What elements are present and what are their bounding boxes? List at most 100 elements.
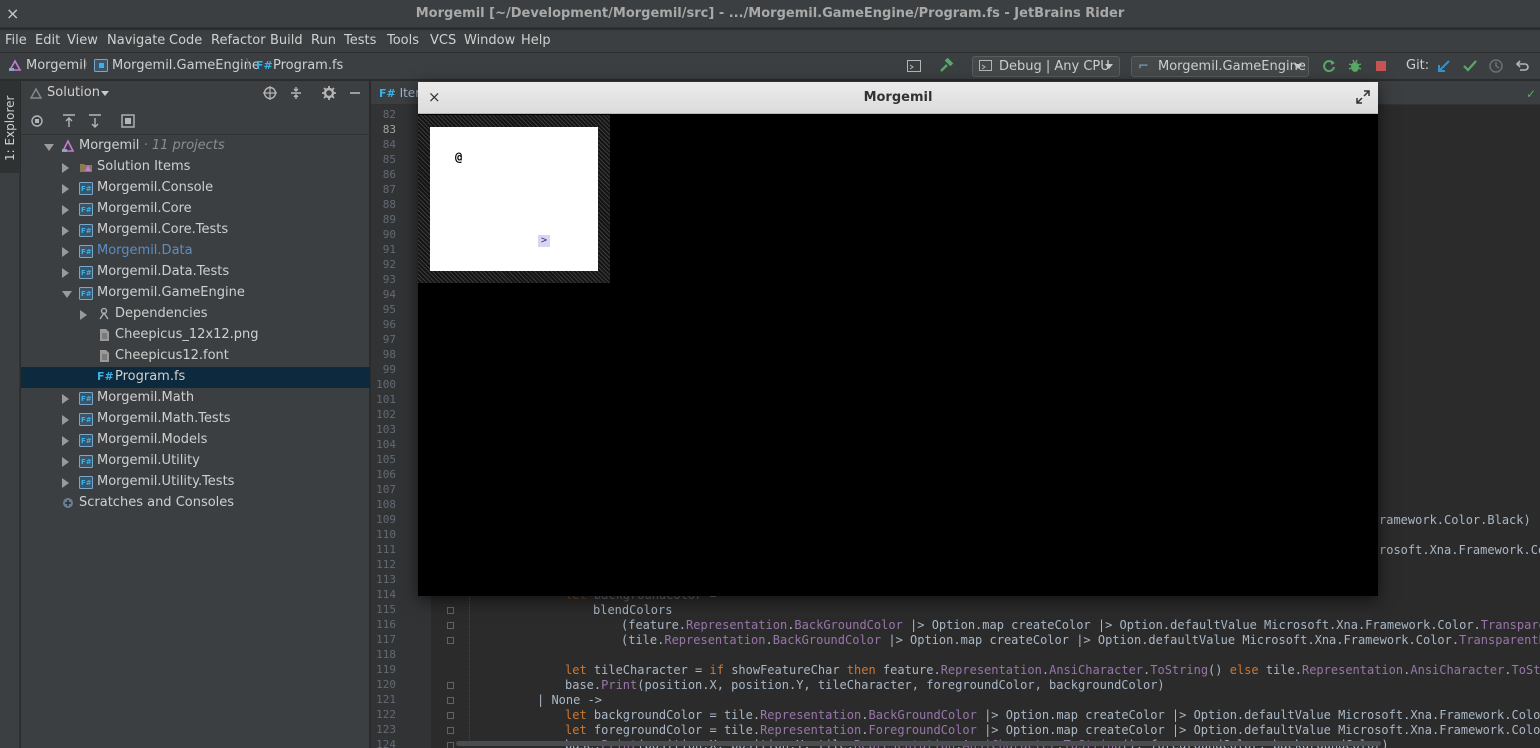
minimize-icon[interactable] [347,85,363,101]
preview-icon[interactable] [120,113,136,129]
tree-item[interactable]: F# Morgemil.Core.Tests [21,220,370,241]
fsharp-project-icon: F# [79,433,93,451]
line-number: 113 [376,573,396,586]
configuration-value: Debug | Any CPU [999,59,1110,74]
show-files-icon[interactable] [29,113,45,129]
git-commit-icon[interactable] [1462,58,1478,74]
expand-all-icon[interactable] [87,113,103,129]
menu-edit[interactable]: Edit [35,33,60,48]
menu-navigate[interactable]: Navigate [107,33,165,48]
rerun-icon[interactable] [1321,58,1337,74]
tree-item[interactable]: F# Morgemil.Utility.Tests [21,472,370,493]
menu-file[interactable]: File [5,33,27,48]
configuration-combo[interactable]: Debug | Any CPU [972,56,1120,77]
collapsed-arrow-icon[interactable] [62,394,69,404]
fold-marker-icon[interactable] [447,727,454,734]
line-number: 106 [376,468,396,481]
fold-marker-icon[interactable] [447,607,454,614]
fold-marker-icon[interactable] [447,682,454,689]
bug-icon[interactable] [1347,58,1363,74]
tree-item[interactable]: F# Morgemil.Data [21,241,370,262]
navigation-toolbar: Morgemil ⟩ Morgemil.GameEngine ⟩ F# Prog… [0,53,1540,80]
menu-vcs[interactable]: VCS [430,33,456,48]
line-number: 119 [376,663,396,676]
collapsed-arrow-icon[interactable] [62,205,69,215]
collapse-all-icon[interactable] [61,113,77,129]
tree-item[interactable]: F# Morgemil.Math [21,388,370,409]
menu-build[interactable]: Build [270,33,303,48]
tree-item[interactable]: F# Morgemil.Data.Tests [21,262,370,283]
tree-item[interactable]: Cheepicus_12x12.png [21,325,370,346]
menu-run[interactable]: Run [311,33,336,48]
code-line: base.Print(position.X, position.Y, tileC… [565,678,1165,692]
breadcrumb-file[interactable]: Program.fs [273,58,343,73]
collapsed-arrow-icon[interactable] [62,268,69,278]
fsharp-project-icon: F# [79,223,93,241]
editor-tab[interactable]: F# Iter [379,86,420,100]
line-number: 108 [376,498,396,511]
locate-icon[interactable] [262,85,278,101]
tree-item[interactable]: F# Morgemil.Math.Tests [21,409,370,430]
game-window-title: Morgemil [863,90,933,105]
tree-item[interactable]: F# Morgemil.GameEngine [21,283,370,304]
tree-item[interactable]: F# Morgemil.Models [21,430,370,451]
game-map: @ > [418,115,610,283]
gear-icon[interactable] [321,85,337,101]
explorer-tool-tab[interactable]: 1: Explorer [0,81,20,173]
git-update-icon[interactable] [1436,58,1452,74]
svg-text:F#: F# [81,248,92,256]
tree-item-label: Morgemil.Models [97,432,208,447]
tree-item[interactable]: Solution Items [21,157,370,178]
tree-item[interactable]: F# Program.fs [21,367,370,388]
tree-item[interactable]: Dependencies [21,304,370,325]
collapse-expand-icon[interactable] [288,85,304,101]
menu-tools[interactable]: Tools [387,33,419,48]
expanded-arrow-icon[interactable] [62,291,72,298]
breadcrumb-solution[interactable]: Morgemil [26,58,86,73]
collapsed-arrow-icon[interactable] [62,457,69,467]
collapsed-arrow-icon[interactable] [62,163,69,173]
menu-tests[interactable]: Tests [344,33,376,48]
tree-item[interactable]: Scratches and Consoles [21,493,370,514]
horizontal-scrollbar[interactable] [456,741,1381,746]
tree-item-label: Morgemil.Core [97,201,192,216]
line-number: 110 [376,528,396,541]
chevron-down-icon[interactable] [101,91,109,96]
menu-refactor[interactable]: Refactor [211,33,266,48]
fsharp-project-icon: F# [79,475,93,493]
menu-code[interactable]: Code [169,33,202,48]
collapsed-arrow-icon[interactable] [62,184,69,194]
run-configuration-combo[interactable]: ⌐ Morgemil.GameEngine [1131,56,1309,77]
tree-item[interactable]: Cheepicus12.font [21,346,370,367]
scratches-icon [61,496,75,514]
hammer-icon[interactable] [938,58,954,74]
menu-help[interactable]: Help [521,33,551,48]
tree-item[interactable]: F# Morgemil.Console [21,178,370,199]
stop-icon[interactable] [1373,58,1389,74]
collapsed-arrow-icon[interactable] [62,226,69,236]
git-revert-icon[interactable] [1514,58,1530,74]
expanded-arrow-icon[interactable] [44,144,54,151]
collapsed-arrow-icon[interactable] [80,310,87,320]
terminal-icon[interactable] [906,58,922,74]
fold-marker-icon[interactable] [447,637,454,644]
tool-window-strip: 1: Explorer [0,81,20,748]
panel-title[interactable]: Solution [47,85,100,100]
fold-marker-icon[interactable] [447,697,454,704]
fold-marker-icon[interactable] [447,712,454,719]
line-number: 117 [376,633,396,646]
menu-window[interactable]: Window [464,33,515,48]
git-history-icon[interactable] [1488,58,1504,74]
breadcrumb-project[interactable]: Morgemil.GameEngine [112,58,260,73]
tree-item[interactable]: Morgemil · 11 projects [21,136,370,157]
fold-marker-icon[interactable] [447,742,454,748]
collapsed-arrow-icon[interactable] [62,478,69,488]
menu-view[interactable]: View [67,33,98,48]
collapsed-arrow-icon[interactable] [62,436,69,446]
collapsed-arrow-icon[interactable] [62,247,69,257]
fold-marker-icon[interactable] [447,622,454,629]
collapsed-arrow-icon[interactable] [62,415,69,425]
tree-item[interactable]: F# Morgemil.Core [21,199,370,220]
maximize-icon[interactable] [1356,90,1370,104]
tree-item[interactable]: F# Morgemil.Utility [21,451,370,472]
